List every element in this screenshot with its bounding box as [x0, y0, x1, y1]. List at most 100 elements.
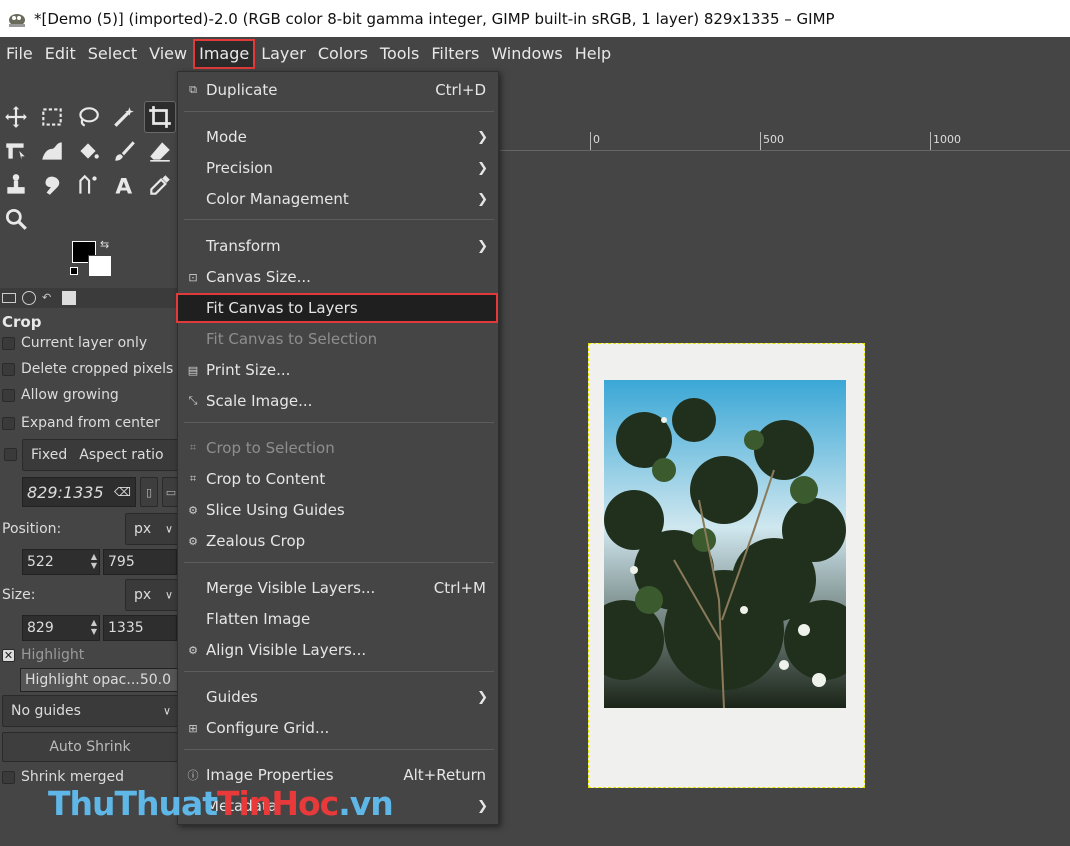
menu-item-mode[interactable]: Mode ❯: [178, 122, 498, 152]
fixed-checkbox[interactable]: [4, 448, 17, 461]
allow-growing-checkbox[interactable]: [2, 388, 15, 402]
highlight-option[interactable]: ✕ Highlight: [2, 647, 84, 663]
menu-item-slice-using-guides[interactable]: ⚙ Slice Using Guides: [178, 495, 498, 525]
menu-windows[interactable]: Windows: [485, 39, 568, 69]
delete-cropped-option[interactable]: Delete cropped pixels: [2, 361, 173, 377]
highlight-checkbox[interactable]: ✕: [2, 648, 15, 662]
menu-select[interactable]: Select: [82, 39, 143, 69]
swap-colors-icon[interactable]: ⇆: [100, 238, 109, 251]
reset-colors-icon[interactable]: [70, 267, 78, 275]
zealous-icon: ⚙: [188, 534, 198, 548]
zoom-tool-icon[interactable]: [0, 203, 32, 235]
menu-item-guides[interactable]: Guides ❯: [178, 682, 498, 712]
eraser-tool-icon[interactable]: [144, 135, 176, 167]
smudge-tool-icon[interactable]: [36, 169, 68, 201]
menu-help[interactable]: Help: [569, 39, 617, 69]
text-tool-icon[interactable]: A: [108, 169, 140, 201]
toolbox: A ⇆ ↶ Crop Current layer only Delete cro…: [0, 71, 180, 846]
path-tool-icon[interactable]: [72, 169, 104, 201]
menu-item-crop-to-selection[interactable]: ⌗ Crop to Selection: [178, 433, 498, 463]
chevron-right-icon: ❯: [477, 798, 488, 814]
menu-item-duplicate[interactable]: ⧉ Duplicate Ctrl+D: [178, 75, 498, 105]
bucket-fill-tool-icon[interactable]: [72, 135, 104, 167]
size-width-input[interactable]: 829 ▲ ▼: [22, 615, 100, 641]
delete-cropped-checkbox[interactable]: [2, 362, 15, 376]
move-tool-icon[interactable]: [0, 101, 32, 133]
paintbrush-tool-icon[interactable]: [108, 135, 140, 167]
menu-filters[interactable]: Filters: [425, 39, 485, 69]
menu-item-precision[interactable]: Precision ❯: [178, 153, 498, 183]
menu-item-canvas-size[interactable]: ⊡ Canvas Size...: [178, 262, 498, 292]
fuzzy-select-tool-icon[interactable]: [108, 101, 140, 133]
transform-tool-icon[interactable]: [0, 135, 32, 167]
size-unit-combo[interactable]: px ∨: [125, 579, 180, 611]
title-bar: *[Demo (5)] (imported)-2.0 (RGB color 8-…: [0, 0, 1070, 37]
spin-arrows-icon[interactable]: ▲ ▼: [91, 618, 97, 636]
menu-layer[interactable]: Layer: [255, 39, 312, 69]
shrink-merged-option[interactable]: Shrink merged: [2, 769, 124, 785]
rect-select-tool-icon[interactable]: [36, 101, 68, 133]
crop-icon: ⌗: [189, 441, 197, 454]
align-icon: ⚙: [188, 643, 198, 657]
chevron-down-icon: ∨: [164, 588, 173, 602]
clone-tool-icon[interactable]: [0, 169, 32, 201]
aspect-ratio-input[interactable]: 829:1335 ⌫: [22, 477, 136, 507]
warp-tool-icon[interactable]: [36, 135, 68, 167]
menu-item-fit-canvas-to-layers[interactable]: Fit Canvas to Layers: [176, 293, 498, 323]
allow-growing-option[interactable]: Allow growing: [2, 387, 119, 403]
chevron-down-icon: ∨: [162, 704, 171, 718]
menu-item-crop-to-content[interactable]: ⌗ Crop to Content: [178, 464, 498, 494]
size-height-input[interactable]: 1335: [103, 615, 177, 641]
current-layer-only-option[interactable]: Current layer only: [2, 335, 147, 351]
menu-item-flatten-image[interactable]: Flatten Image: [178, 604, 498, 634]
dock-tab-strip: ↶: [0, 288, 180, 308]
clear-field-icon[interactable]: ⌫: [114, 485, 131, 499]
menu-file[interactable]: File: [0, 39, 39, 69]
horizontal-ruler[interactable]: 0 500 1000: [500, 132, 1070, 151]
position-x-input[interactable]: 522 ▲ ▼: [22, 549, 100, 575]
portrait-icon[interactable]: ▯: [140, 477, 158, 507]
menu-item-zealous-crop[interactable]: ⚙ Zealous Crop: [178, 526, 498, 556]
crop-tool-icon[interactable]: [144, 101, 176, 133]
menu-item-configure-grid[interactable]: ⊞ Configure Grid...: [178, 713, 498, 743]
menu-item-align-visible-layers[interactable]: ⚙ Align Visible Layers...: [178, 635, 498, 665]
menu-item-fit-canvas-to-selection[interactable]: Fit Canvas to Selection: [178, 324, 498, 354]
color-swatches[interactable]: ⇆: [70, 238, 115, 281]
shrink-merged-checkbox[interactable]: [2, 770, 15, 784]
chevron-right-icon: ❯: [477, 129, 488, 145]
menu-item-scale-image[interactable]: ⤡ Scale Image...: [178, 386, 498, 416]
lasso-tool-icon[interactable]: [72, 101, 104, 133]
current-layer-only-checkbox[interactable]: [2, 336, 15, 350]
size-label: Size:: [2, 587, 36, 603]
color-picker-tool-icon[interactable]: [144, 169, 176, 201]
menu-view[interactable]: View: [143, 39, 193, 69]
images-tab-icon[interactable]: [62, 291, 76, 305]
expand-from-center-checkbox[interactable]: [2, 416, 15, 430]
duplicate-icon: ⧉: [189, 83, 197, 96]
spin-arrows-icon[interactable]: ▲ ▼: [91, 552, 97, 570]
menu-item-color-management[interactable]: Color Management ❯: [178, 184, 498, 214]
expand-from-center-option[interactable]: Expand from center: [2, 415, 160, 431]
menu-edit[interactable]: Edit: [39, 39, 82, 69]
fixed-mode-combo[interactable]: Fixed Aspect ratio: [22, 439, 178, 471]
image-canvas[interactable]: [588, 343, 865, 788]
menu-item-merge-visible-layers[interactable]: Merge Visible Layers... Ctrl+M: [178, 573, 498, 603]
menu-tools[interactable]: Tools: [374, 39, 425, 69]
tool-options-tab-icon[interactable]: [2, 293, 16, 303]
device-status-tab-icon[interactable]: [22, 291, 36, 305]
menu-item-transform[interactable]: Transform ❯: [178, 231, 498, 261]
highlight-opacity-slider[interactable]: Highlight opac... 50.0: [20, 668, 178, 692]
position-unit-combo[interactable]: px ∨: [125, 513, 180, 545]
menu-colors[interactable]: Colors: [312, 39, 374, 69]
auto-shrink-button[interactable]: Auto Shrink: [2, 732, 178, 762]
position-y-input[interactable]: 795: [103, 549, 177, 575]
menu-image[interactable]: Image: [193, 39, 256, 69]
undo-history-tab-icon[interactable]: ↶: [42, 291, 56, 305]
background-color-swatch[interactable]: [88, 255, 112, 277]
menu-item-print-size[interactable]: ▤ Print Size...: [178, 355, 498, 385]
image-menu-dropdown: ⧉ Duplicate Ctrl+D Mode ❯ Precision ❯ Co…: [176, 71, 499, 825]
guides-combo[interactable]: No guides ∨: [2, 695, 178, 727]
chevron-right-icon: ❯: [477, 160, 488, 176]
crop-icon: ⌗: [189, 472, 197, 485]
chevron-right-icon: ❯: [477, 689, 488, 705]
